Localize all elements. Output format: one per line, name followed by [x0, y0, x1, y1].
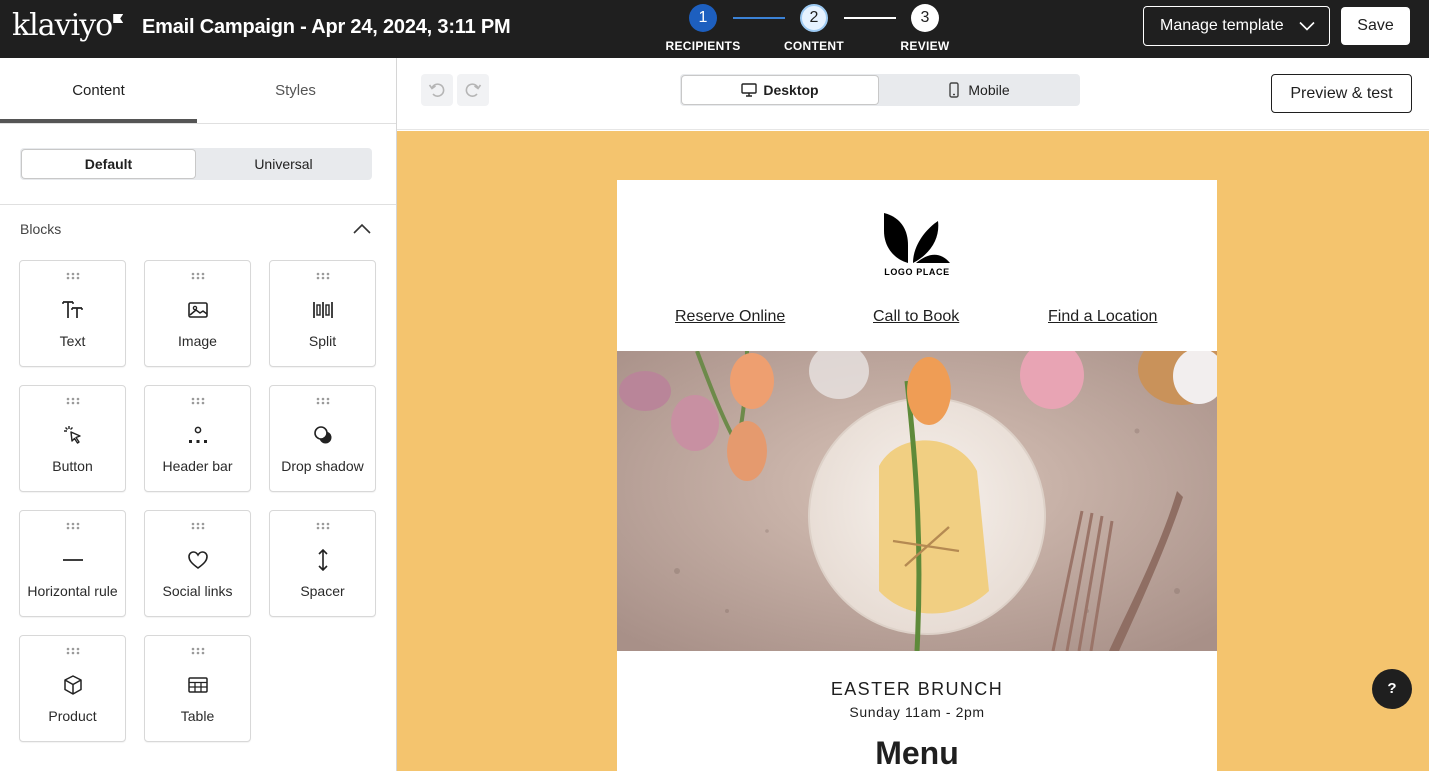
manage-template-button[interactable]: Manage template	[1143, 6, 1330, 46]
tab-content[interactable]: Content	[0, 58, 197, 124]
manage-template-label: Manage template	[1160, 17, 1284, 34]
block-label: Drop shadow	[281, 458, 364, 474]
nav-link-find-a-location[interactable]: Find a Location	[1048, 308, 1157, 326]
drag-handle-icon	[316, 272, 330, 280]
sidebar-tabs: Content Styles	[0, 58, 396, 124]
step-label: RECIPIENTS	[665, 39, 741, 53]
block-label: Image	[178, 333, 217, 349]
menu-heading: Menu	[875, 735, 959, 771]
desktop-view-button[interactable]: Desktop	[682, 76, 878, 104]
step-label: REVIEW	[900, 39, 950, 53]
drag-handle-icon	[66, 397, 80, 405]
drop-shadow-icon	[314, 426, 332, 444]
block-image[interactable]: Image	[144, 260, 251, 367]
chevron-down-icon	[1299, 21, 1315, 31]
brand-name: klaviyo	[12, 8, 113, 43]
drag-handle-icon	[66, 522, 80, 530]
nav-link-reserve-online[interactable]: Reserve Online	[675, 308, 785, 326]
block-product[interactable]: Product	[19, 635, 126, 742]
mobile-icon	[949, 82, 960, 98]
event-time: Sunday 11am - 2pm	[849, 704, 985, 720]
block-drop-shadow[interactable]: Drop shadow	[269, 385, 376, 492]
drag-handle-icon	[191, 647, 205, 655]
block-spacer[interactable]: Spacer	[269, 510, 376, 617]
horizontal-rule-icon	[63, 559, 83, 561]
spacer-icon	[318, 549, 328, 571]
left-panel: Content Styles Default Universal Blocks …	[0, 58, 397, 771]
redo-icon	[465, 83, 482, 97]
block-label: Split	[308, 333, 337, 349]
device-toggle: Desktop Mobile	[680, 74, 1080, 106]
tab-styles[interactable]: Styles	[197, 58, 394, 124]
drag-handle-icon	[191, 397, 205, 405]
drag-handle-icon	[66, 272, 80, 280]
block-label: Social links	[162, 583, 233, 599]
block-set-toggle: Default Universal	[20, 148, 372, 180]
button-icon	[64, 426, 81, 444]
heart-icon	[188, 551, 208, 569]
drag-handle-icon	[191, 272, 205, 280]
drag-handle-icon	[66, 647, 80, 655]
image-icon	[188, 302, 208, 318]
divider	[0, 204, 396, 205]
block-label: Text	[59, 333, 86, 349]
block-text[interactable]: Text	[19, 260, 126, 367]
product-icon	[64, 675, 82, 695]
preview-and-test-button[interactable]: Preview & test	[1271, 74, 1412, 113]
step-number: 2	[800, 4, 828, 32]
block-label: Product	[48, 708, 97, 724]
klaviyo-logo[interactable]: klaviyo	[12, 8, 124, 43]
mobile-view-label: Mobile	[968, 82, 1010, 98]
email-canvas: LOGO PLACE Reserve Online Call to Book F…	[397, 131, 1429, 771]
header-bar-icon	[189, 426, 207, 443]
help-button[interactable]: ?	[1372, 669, 1412, 709]
step-content[interactable]: 2 CONTENT	[769, 4, 859, 53]
step-number: 1	[689, 4, 717, 32]
editor-toolbar: Desktop Mobile Preview & test	[397, 58, 1429, 130]
drag-handle-icon	[191, 522, 205, 530]
block-header-bar[interactable]: Header bar	[144, 385, 251, 492]
text-icon	[62, 301, 83, 318]
universal-blocks-option[interactable]: Universal	[197, 150, 370, 178]
step-number: 3	[911, 4, 939, 32]
step-review[interactable]: 3 REVIEW	[880, 4, 970, 53]
hero-image[interactable]	[617, 351, 1217, 651]
split-icon	[313, 302, 333, 318]
email-preview[interactable]: LOGO PLACE Reserve Online Call to Book F…	[617, 180, 1217, 771]
step-recipients[interactable]: 1 RECIPIENTS	[658, 4, 748, 53]
block-label: Horizontal rule	[27, 583, 118, 599]
block-label: Header bar	[162, 458, 233, 474]
drag-handle-icon	[316, 522, 330, 530]
drag-handle-icon	[316, 397, 330, 405]
default-blocks-option[interactable]: Default	[22, 150, 195, 178]
campaign-title[interactable]: Email Campaign - Apr 24, 2024, 3:11 PM	[142, 15, 511, 39]
nav-link-call-to-book[interactable]: Call to Book	[873, 308, 959, 326]
block-table[interactable]: Table	[144, 635, 251, 742]
block-horizontal-rule[interactable]: Horizontal rule	[19, 510, 126, 617]
event-title: EASTER BRUNCH	[830, 679, 1004, 699]
save-button[interactable]: Save	[1341, 7, 1410, 45]
blocks-section-title: Blocks	[20, 221, 62, 237]
top-bar: klaviyo Email Campaign - Apr 24, 2024, 3…	[0, 0, 1429, 58]
block-label: Spacer	[300, 583, 345, 599]
undo-button[interactable]	[421, 74, 453, 106]
step-label: CONTENT	[783, 39, 845, 53]
block-social-links[interactable]: Social links	[144, 510, 251, 617]
desktop-view-label: Desktop	[763, 82, 819, 98]
logo-caption: LOGO PLACE	[884, 267, 950, 277]
table-icon	[188, 677, 208, 693]
active-tab-indicator	[0, 119, 197, 123]
block-label: Table	[180, 708, 215, 724]
brand-flag-icon	[113, 14, 124, 23]
desktop-icon	[741, 83, 758, 97]
block-split[interactable]: Split	[269, 260, 376, 367]
chevron-up-icon[interactable]	[352, 222, 372, 236]
block-button[interactable]: Button	[19, 385, 126, 492]
undo-icon	[428, 83, 445, 97]
redo-button[interactable]	[457, 74, 489, 106]
mobile-view-button[interactable]: Mobile	[880, 76, 1076, 104]
block-label: Button	[52, 458, 93, 474]
campaign-stepper: 1 RECIPIENTS 2 CONTENT 3 REVIEW	[660, 4, 960, 54]
